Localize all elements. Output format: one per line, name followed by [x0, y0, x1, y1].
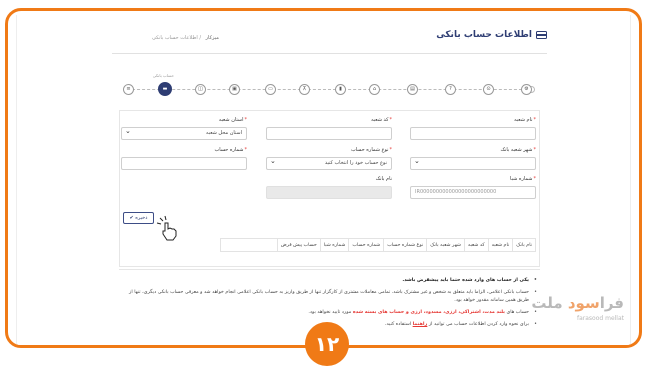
page-title-text: اطلاعات حساب بانکی — [436, 30, 532, 40]
step-location-icon[interactable]: ⌂ — [369, 84, 380, 95]
check-icon: ✔ — [129, 215, 134, 221]
branch-province-label: *استان شعبه — [218, 117, 247, 123]
save-button[interactable]: ذخیره ✔ — [123, 212, 154, 224]
table-header-cell: حساب پیش فرض — [276, 238, 321, 252]
accounts-table: نام بانک نام شعبه کد شعبه شهر شعبه بانک … — [219, 238, 536, 252]
branch-city-select[interactable] — [410, 157, 536, 170]
step-info-icon[interactable]: ⊙ — [483, 84, 494, 95]
account-number-label: *شماره حساب — [214, 147, 247, 153]
branch-code-label: *کد شعبه — [371, 117, 392, 123]
table-header-cell: شهر شعبه بانک — [426, 238, 465, 252]
farasood-mellat-logo: فراسود ملت farasood mellat — [531, 294, 624, 322]
step-briefcase-icon[interactable]: ▭ — [265, 84, 276, 95]
branch-province-select[interactable]: استان محل شعبه — [121, 127, 247, 140]
stepper-track — [127, 89, 532, 90]
branch-city-label: *شهر شعبه بانک — [500, 147, 536, 153]
save-button-label: ذخیره — [135, 215, 148, 221]
sheba-input[interactable]: IR000000000000000000000000 — [410, 186, 536, 199]
breadcrumb-home[interactable]: میزکار — [206, 35, 219, 41]
step-document-icon[interactable]: ▤ — [407, 84, 418, 95]
table-header-cell — [219, 238, 278, 252]
wizard-stepper: ⚙ ⊙ ? ▤ ⌂ ▮ ⊼ ▭ ▣ ◫ ▬ حساب بانکی ≡ — [123, 73, 535, 97]
step-building-icon[interactable]: ▣ — [229, 84, 240, 95]
branch-name-input[interactable] — [410, 127, 536, 140]
table-header-cell: شماره حساب — [348, 238, 385, 252]
table-header-cell: نام شعبه — [487, 238, 514, 252]
notes-divider — [119, 269, 540, 270]
title-divider — [112, 53, 547, 54]
table-header-cell: نوع شماره حساب — [383, 238, 428, 252]
table-header-cell: کد شعبه — [463, 238, 489, 252]
account-type-label: *نوع شماره حساب — [350, 147, 392, 153]
note-default-account: یکی از حساب های وارد شده حتما باید پیشفر… — [126, 277, 537, 285]
guide-link[interactable]: راهنما — [413, 322, 428, 327]
main-content: اطلاعات حساب بانکی میزکار / اطلاعات حساب… — [112, 15, 547, 345]
note-account-ownership: حساب بانکی اعلامی، الزاما باید متعلق به … — [126, 289, 537, 305]
breadcrumb: میزکار / اطلاعات حساب بانکی — [152, 35, 219, 41]
branch-code-input[interactable] — [266, 127, 392, 140]
step-id-card-icon[interactable]: ◫ — [195, 84, 206, 95]
step-bank-account-icon[interactable]: ▬ — [158, 82, 172, 96]
hand-cursor-icon — [155, 214, 181, 242]
page-title: اطلاعات حساب بانکی — [436, 30, 547, 40]
step-list-icon[interactable]: ≡ — [123, 84, 134, 95]
table-header-row: نام بانک نام شعبه کد شعبه شهر شعبه بانک … — [219, 238, 536, 252]
step-number-badge: ۱۲ — [305, 322, 349, 366]
table-header-cell: شماره شبا — [319, 238, 350, 252]
breadcrumb-separator: / — [199, 35, 202, 41]
account-number-input[interactable] — [121, 157, 247, 170]
sheba-label: *شماره شبا — [510, 176, 536, 182]
step-education-icon[interactable]: ⊼ — [299, 84, 310, 95]
note-unaccepted-accounts: حساب های بلند مدت، اشتراکی، ارزی، مسدود،… — [126, 309, 537, 317]
active-step-label: حساب بانکی — [152, 73, 174, 78]
bank-name-label: نام بانک — [375, 176, 392, 182]
step-bookmark-icon[interactable]: ▮ — [335, 84, 346, 95]
table-header-cell: نام بانک — [512, 238, 536, 252]
account-type-select[interactable]: نوع حساب خود را انتخاب کنید — [266, 157, 392, 170]
bank-name-input — [266, 186, 392, 199]
bank-form-card: *نام شعبه *کد شعبه *استان شعبه استان محل… — [119, 110, 540, 267]
step-help-icon[interactable]: ? — [445, 84, 456, 95]
breadcrumb-current: اطلاعات حساب بانکی — [152, 35, 198, 41]
credit-card-icon — [536, 31, 547, 39]
branch-name-label: *نام شعبه — [514, 117, 536, 123]
step-profile-icon[interactable]: ⚙ — [521, 84, 532, 95]
